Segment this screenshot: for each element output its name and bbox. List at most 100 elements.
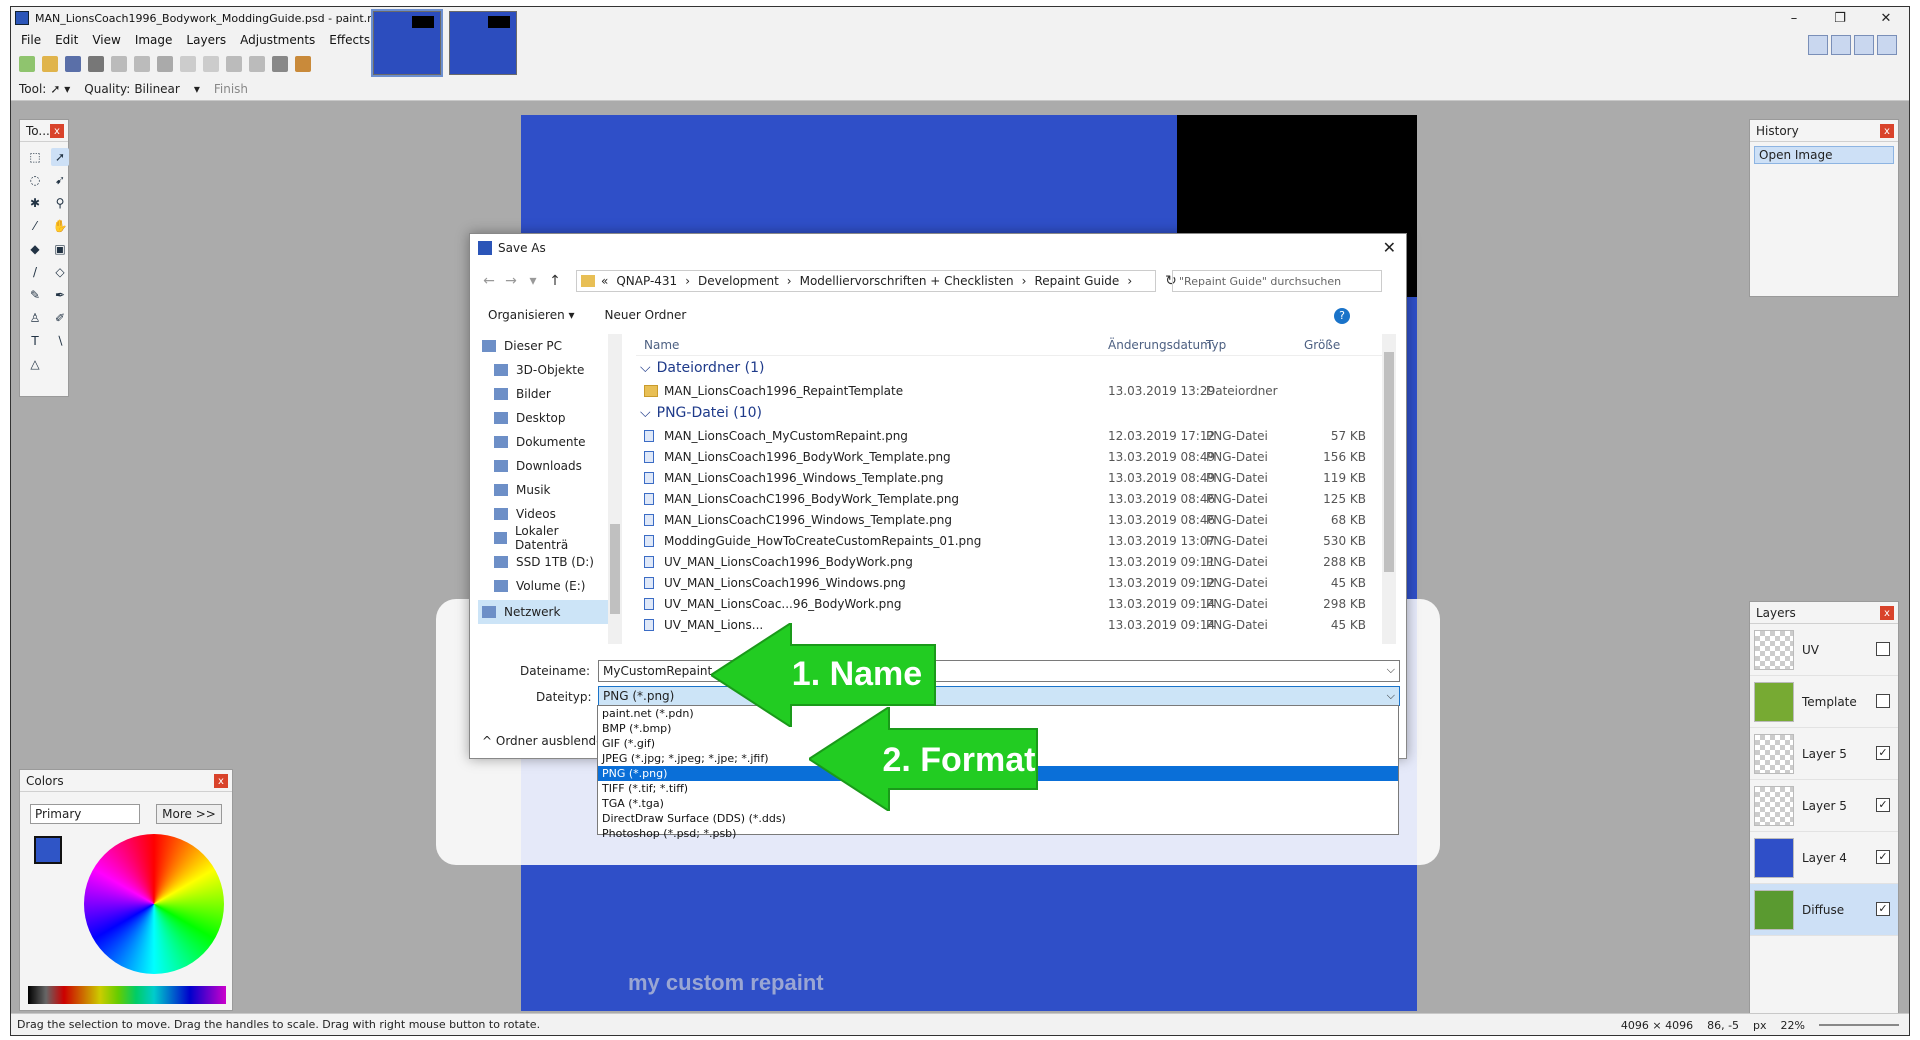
menu-adjustments[interactable]: Adjustments — [240, 33, 315, 47]
layer-visibility-checkbox[interactable]: ✓ — [1876, 902, 1890, 916]
print-icon[interactable] — [88, 56, 104, 72]
nav-item-downloads[interactable]: Downloads — [478, 454, 608, 478]
breadcrumb-separator[interactable]: › — [685, 274, 690, 288]
file-row[interactable]: ModdingGuide_HowToCreateCustomRepaints_0… — [636, 530, 1396, 551]
move-selection-icon[interactable]: ➚ ▾ — [50, 82, 70, 96]
column-date[interactable]: Änderungsdatum — [1108, 338, 1212, 352]
file-list-scrollbar[interactable] — [1382, 334, 1396, 644]
line-icon[interactable]: ∖ — [51, 332, 69, 350]
layer-row[interactable]: Layer 4 ✓ — [1750, 832, 1898, 884]
colors-toggle-icon[interactable] — [1877, 35, 1897, 55]
ruler-icon[interactable] — [295, 56, 311, 72]
file-row[interactable]: UV_MAN_LionsCoac...96_BodyWork.png 13.03.… — [636, 593, 1396, 614]
filetype-option[interactable]: DirectDraw Surface (DDS) (*.dds) — [598, 811, 1398, 826]
cut-icon[interactable] — [111, 56, 127, 72]
file-row[interactable]: UV_MAN_LionsCoach1996_BodyWork.png 13.03.… — [636, 551, 1396, 572]
new-folder-button[interactable]: Neuer Ordner — [605, 308, 687, 322]
new-icon[interactable] — [19, 56, 35, 72]
menu-image[interactable]: Image — [135, 33, 173, 47]
pencil-icon[interactable]: ✎ — [26, 286, 44, 304]
move-selected-icon[interactable]: ➹ — [51, 171, 69, 189]
menu-edit[interactable]: Edit — [55, 33, 78, 47]
chevron-down-icon[interactable]: ⌵ — [1387, 689, 1395, 703]
copy-icon[interactable] — [134, 56, 150, 72]
nav-item-videos[interactable]: Videos — [478, 502, 608, 526]
gradient-icon[interactable]: ▣ — [51, 240, 69, 258]
bucket-icon[interactable]: ◆ — [26, 240, 44, 258]
file-row[interactable]: MAN_LionsCoachC1996_BodyWork_Template.pn… — [636, 488, 1396, 509]
eraser-icon[interactable]: ◇ — [51, 263, 69, 281]
document-thumbnail[interactable] — [449, 11, 517, 75]
back-arrow-icon[interactable]: ← — [478, 273, 500, 289]
nav-item-this-pc[interactable]: Dieser PC — [478, 334, 608, 358]
group-header[interactable]: ⌵ PNG-Datei (10) — [636, 401, 1396, 425]
file-row[interactable]: MAN_LionsCoach_MyCustomRepaint.png 12.03.… — [636, 425, 1396, 446]
nav-item-3d-objects[interactable]: 3D-Objekte — [478, 358, 608, 382]
nav-item-local-disk[interactable]: Lokaler Datenträ — [478, 524, 608, 552]
text-icon[interactable]: T — [26, 332, 44, 350]
minimize-button[interactable]: – — [1771, 7, 1817, 29]
breadcrumb-overflow[interactable]: « — [601, 274, 608, 288]
rect-select-icon[interactable]: ⬚ — [26, 148, 44, 166]
hide-folders-toggle[interactable]: ^ Ordner ausblende — [482, 734, 604, 748]
layer-row[interactable]: Template — [1750, 676, 1898, 728]
finish-button[interactable]: Finish — [214, 82, 248, 96]
history-toggle-icon[interactable] — [1831, 35, 1851, 55]
forward-arrow-icon[interactable]: → — [500, 273, 522, 289]
close-icon[interactable]: x — [214, 774, 228, 788]
breadcrumb-separator[interactable]: › — [1022, 274, 1027, 288]
address-bar[interactable]: « QNAP-431 › Development › Modelliervors… — [576, 270, 1156, 292]
layer-row[interactable]: Diffuse ✓ — [1750, 884, 1898, 936]
magic-wand-icon[interactable]: ✱ — [26, 194, 44, 212]
layer-visibility-checkbox[interactable]: ✓ — [1876, 798, 1890, 812]
menu-view[interactable]: View — [92, 33, 120, 47]
recolor-icon[interactable]: ✐ — [51, 309, 69, 327]
redo-icon[interactable] — [249, 56, 265, 72]
paste-icon[interactable] — [157, 56, 173, 72]
breadcrumb-item[interactable]: QNAP-431 — [616, 274, 677, 288]
shapes-icon[interactable]: △ — [26, 355, 44, 373]
up-arrow-icon[interactable]: ↑ — [544, 273, 566, 289]
close-icon[interactable]: x — [50, 124, 64, 138]
layer-row[interactable]: Layer 5 ✓ — [1750, 780, 1898, 832]
open-icon[interactable] — [42, 56, 58, 72]
zoom-icon[interactable]: ⚲ — [51, 194, 69, 212]
color-palette[interactable] — [28, 986, 226, 1004]
organize-button[interactable]: Organisieren ▾ — [488, 308, 575, 322]
file-row[interactable]: MAN_LionsCoach1996_BodyWork_Template.png… — [636, 446, 1396, 467]
breadcrumb-item[interactable]: Development — [698, 274, 779, 288]
column-name[interactable]: Name — [644, 338, 679, 352]
column-size[interactable]: Größe — [1304, 338, 1340, 352]
nav-item-network[interactable]: Netzwerk — [478, 600, 608, 624]
close-icon[interactable]: x — [1880, 124, 1894, 138]
more-colors-button[interactable]: More >> — [156, 804, 222, 824]
restore-button[interactable]: ❐ — [1817, 7, 1863, 29]
file-row[interactable]: UV_MAN_LionsCoach1996_Windows.png 13.03.2… — [636, 572, 1396, 593]
wand-icon[interactable]: ⁄ — [26, 217, 44, 235]
dialog-close-button[interactable]: ✕ — [1383, 238, 1396, 257]
nav-item-desktop[interactable]: Desktop — [478, 406, 608, 430]
unit-selector[interactable]: px — [1753, 1019, 1767, 1032]
group-header[interactable]: ⌵ Dateiordner (1) — [636, 356, 1396, 380]
nav-item-music[interactable]: Musik — [478, 478, 608, 502]
breadcrumb-item[interactable]: Repaint Guide — [1034, 274, 1119, 288]
chevron-down-icon[interactable]: ⌵ — [1387, 663, 1395, 677]
recent-dropdown-icon[interactable]: ▾ — [522, 273, 544, 289]
search-input[interactable]: "Repaint Guide" durchsuchen — [1172, 270, 1382, 292]
chevron-down-icon[interactable]: ▾ — [194, 82, 200, 96]
file-row[interactable]: MAN_LionsCoachC1996_Windows_Template.png… — [636, 509, 1396, 530]
crop-icon[interactable] — [180, 56, 196, 72]
zoom-slider[interactable] — [1819, 1024, 1899, 1026]
document-thumbnail[interactable] — [371, 9, 443, 77]
tools-toggle-icon[interactable] — [1808, 35, 1828, 55]
nav-scrollbar[interactable] — [608, 334, 622, 644]
layer-visibility-checkbox[interactable]: ✓ — [1876, 850, 1890, 864]
brush-icon[interactable]: / — [26, 263, 44, 281]
save-icon[interactable] — [65, 56, 81, 72]
nav-item-documents[interactable]: Dokumente — [478, 430, 608, 454]
file-row[interactable]: MAN_LionsCoach1996_RepaintTemplate 13.03.… — [636, 380, 1396, 401]
history-item[interactable]: Open Image — [1754, 146, 1894, 164]
layer-row[interactable]: UV — [1750, 624, 1898, 676]
layers-toggle-icon[interactable] — [1854, 35, 1874, 55]
breadcrumb-item[interactable]: Modelliervorschriften + Checklisten — [800, 274, 1014, 288]
